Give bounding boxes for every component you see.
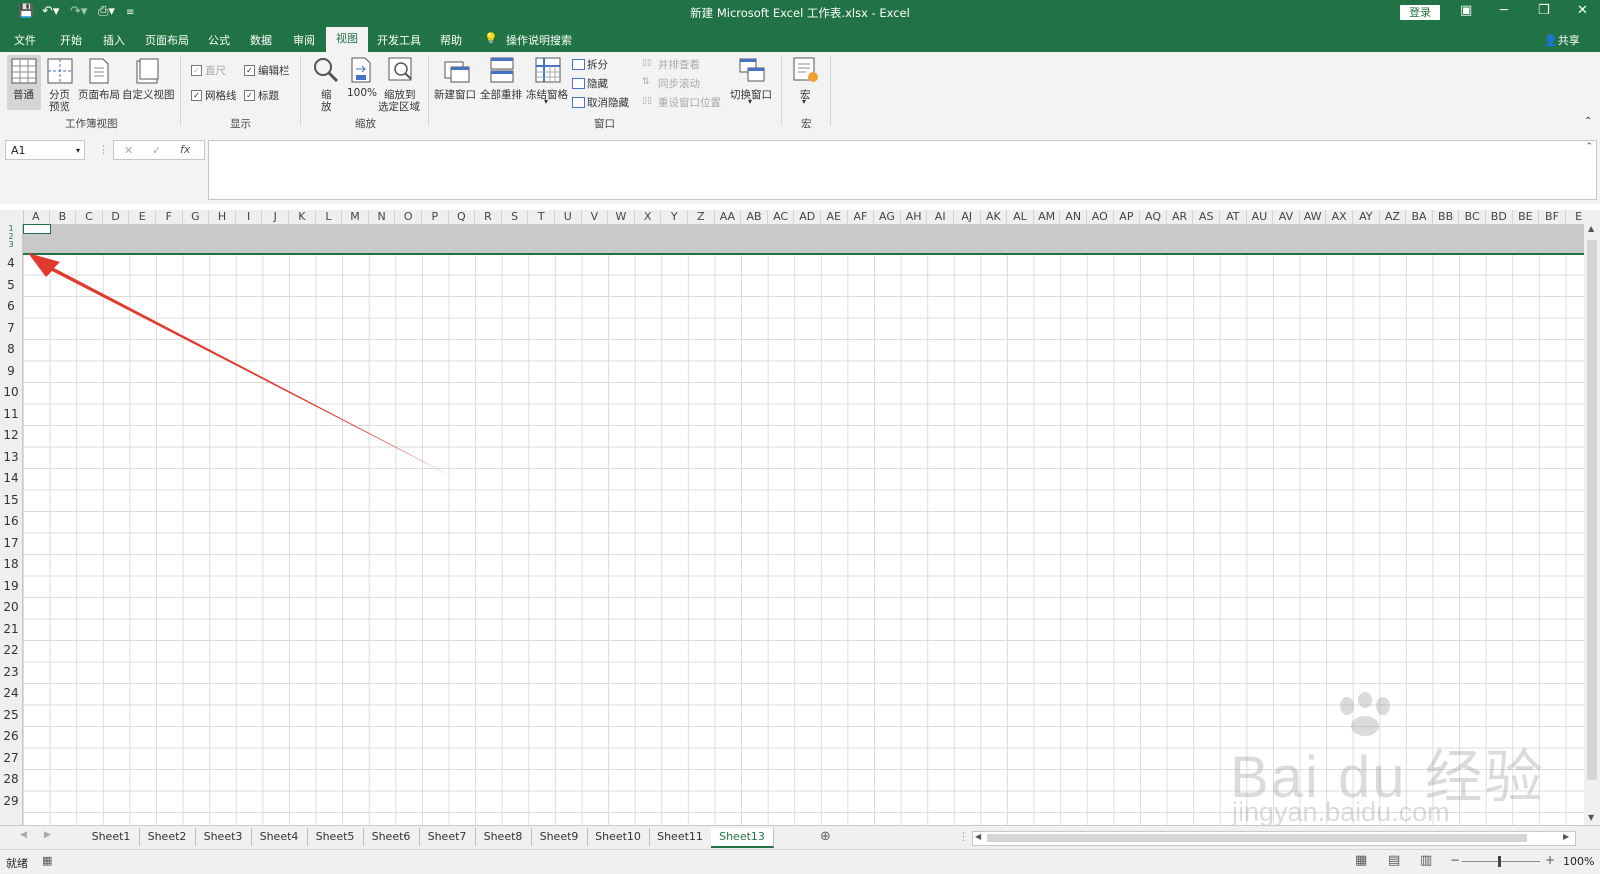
sheet-tab[interactable]: Sheet6	[363, 828, 420, 846]
sheet-tab[interactable]: Sheet10	[587, 828, 650, 846]
baidu-watermark: Bai du 经验 jingyan.baidu.com	[1230, 692, 1543, 832]
page-layout-status-icon[interactable]: ▤	[1388, 853, 1400, 868]
sheet-tab[interactable]: Sheet3	[195, 828, 252, 846]
scroll-left-icon[interactable]: ◀	[975, 832, 981, 841]
next-sheet-icon[interactable]: ▶	[44, 830, 51, 840]
sheet-tab[interactable]: Sheet2	[139, 828, 196, 846]
macro-record-icon[interactable]: ▦	[42, 854, 52, 867]
hscroll-thumb[interactable]	[987, 834, 1527, 842]
zoom-slider[interactable]	[1462, 856, 1540, 867]
zoom-out-icon[interactable]: −	[1450, 853, 1460, 867]
normal-view-status-icon[interactable]: ▦	[1355, 853, 1367, 868]
sheet-tabs: Sheet1 Sheet2 Sheet3 Sheet4 Sheet5 Sheet6 Shee…	[83, 826, 803, 850]
zoom-in-icon[interactable]: +	[1545, 853, 1555, 867]
scroll-up-icon[interactable]: ▲	[1588, 224, 1594, 233]
vertical-scrollbar[interactable]: ▲ ▼	[1584, 210, 1600, 825]
new-sheet-icon[interactable]: ⊕	[820, 829, 831, 844]
arrow-shape	[28, 253, 455, 478]
scroll-thumb[interactable]	[1587, 240, 1597, 780]
scroll-right-icon[interactable]: ▶	[1563, 832, 1569, 841]
zoom-slider-thumb[interactable]	[1498, 856, 1501, 867]
sheet-tab[interactable]: Sheet8	[475, 828, 532, 846]
status-ready: 就绪	[6, 857, 28, 870]
watermark-url: jingyan.baidu.com	[1232, 797, 1450, 827]
sheet-tab[interactable]: Sheet9	[531, 828, 588, 846]
sheet-tab[interactable]: Sheet4	[251, 828, 308, 846]
status-bar: 就绪 ▦ ▦ ▤ ▥ − + 100%	[0, 849, 1600, 874]
page-break-status-icon[interactable]: ▥	[1420, 853, 1432, 868]
scroll-down-icon[interactable]: ▼	[1588, 813, 1594, 822]
sheet-tab[interactable]: Sheet7	[419, 828, 476, 846]
sheet-tab[interactable]: Sheet5	[307, 828, 364, 846]
sheet-tab-bar: ◀ ▶ Sheet1 Sheet2 Sheet3 Sheet4 Sheet5 Sheet6…	[0, 825, 1600, 850]
sheet-tab[interactable]: Sheet11	[649, 828, 712, 846]
sheet-tab[interactable]: Sheet13	[711, 828, 774, 848]
sheet-tab[interactable]: Sheet1	[83, 828, 140, 846]
tab-splitter-icon[interactable]: ⋮	[958, 830, 969, 843]
zoom-level[interactable]: 100%	[1563, 855, 1594, 868]
horizontal-scrollbar[interactable]: ◀ ▶	[972, 831, 1576, 846]
prev-sheet-icon[interactable]: ◀	[20, 830, 27, 840]
